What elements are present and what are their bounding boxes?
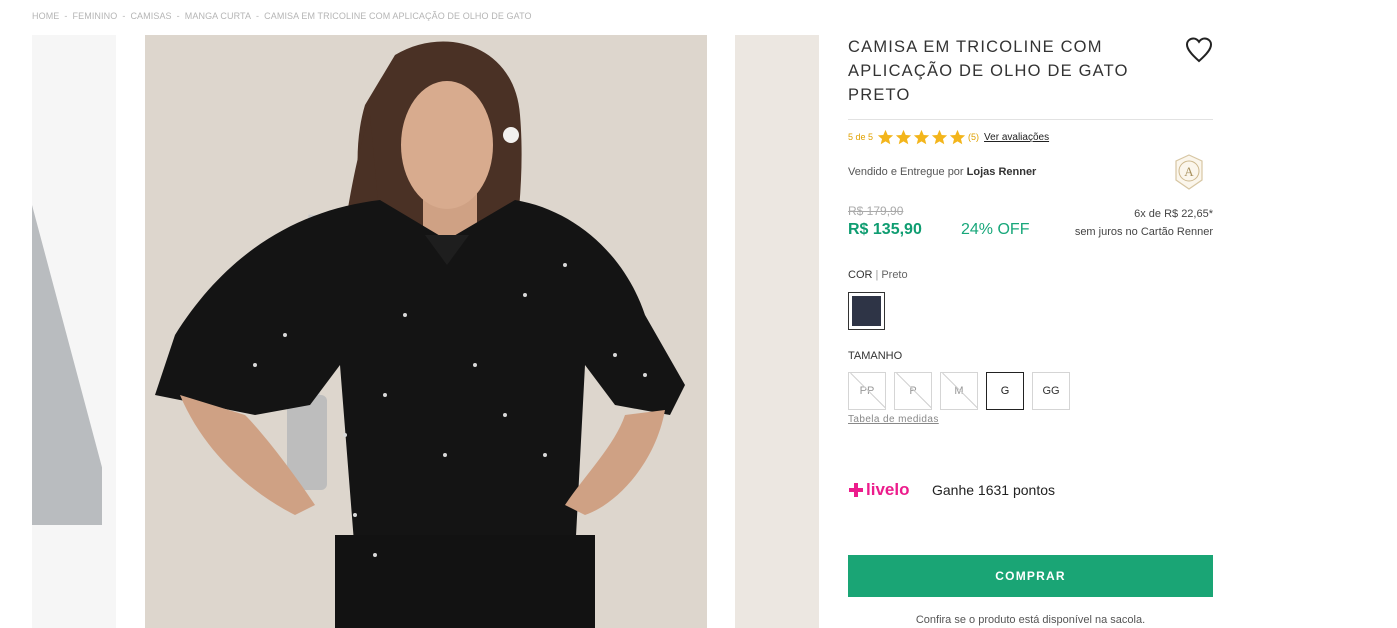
installments: 6x de R$ 22,65* sem juros no Cartão Renn… <box>1075 205 1213 241</box>
rating-stars <box>877 129 966 146</box>
gallery-previous-image[interactable] <box>32 35 116 628</box>
livelo-points-text: Ganhe 1631 pontos <box>932 482 1055 498</box>
breadcrumb-separator: - <box>122 11 126 21</box>
star-icon <box>895 129 912 144</box>
star-icon <box>931 129 948 144</box>
rating-count: (5) <box>968 132 980 142</box>
size-label: TAMANHO <box>848 350 903 362</box>
seller-badge-letter: A <box>1184 164 1194 179</box>
rating-row: 5 de 5 (5) Ver avaliações <box>848 128 1213 146</box>
breadcrumb: HOME - FEMININO - CAMISAS - MANGA CURTA - CAMISA… <box>32 11 532 21</box>
product-info-panel: CAMISA EM TRICOLINE COM APLICAÇÃO DE OLH… <box>848 35 1213 626</box>
gallery-next-image[interactable] <box>735 35 819 628</box>
size-option-gg[interactable]: GG <box>1032 372 1070 410</box>
price-block: R$ 179,90 R$ 135,90 24% OFF 6x de R$ 22,… <box>848 204 1213 244</box>
bag-availability-note: Confira se o produto está disponível na … <box>915 614 1146 626</box>
seller-info: Vendido e Entregue por Lojas Renner A <box>848 154 1213 190</box>
rating-score: 5 de 5 <box>848 132 874 142</box>
installments-terms: sem juros no Cartão Renner <box>1074 226 1213 238</box>
discount-badge: 24% OFF <box>961 221 1030 238</box>
livelo-points: livelo Ganhe 1631 pontos <box>848 477 1213 503</box>
breadcrumb-home[interactable]: HOME <box>32 11 59 21</box>
breadcrumb-manga-curta[interactable]: MANGA CURTA <box>185 11 251 21</box>
installments-amount: 6x de R$ 22,65* <box>1134 208 1213 220</box>
livelo-brand: livelo <box>866 480 910 499</box>
color-swatch-preto[interactable] <box>848 292 885 330</box>
breadcrumb-feminino[interactable]: FEMININO <box>73 11 118 21</box>
renner-badge-icon: A <box>1175 154 1203 190</box>
heart-icon[interactable] <box>1185 37 1213 63</box>
color-label: COR | Preto <box>848 269 908 281</box>
color-label-title: COR <box>848 269 873 281</box>
size-option-g[interactable]: G <box>986 372 1024 410</box>
seller-name: Lojas Renner <box>966 166 1037 178</box>
see-reviews-link[interactable]: Ver avaliações <box>984 132 1049 143</box>
livelo-plus-icon <box>849 483 863 497</box>
breadcrumb-separator: - <box>64 11 68 21</box>
buy-button[interactable]: COMPRAR <box>848 555 1213 597</box>
star-icon <box>913 129 930 144</box>
seller-prefix: Vendido e Entregue por <box>848 166 964 178</box>
size-option-m[interactable]: M <box>940 372 978 410</box>
title-divider <box>848 119 1213 120</box>
breadcrumb-camisas[interactable]: CAMISAS <box>130 11 171 21</box>
breadcrumb-separator: - <box>256 11 260 21</box>
size-chart-link[interactable]: Tabela de medidas <box>848 414 1213 425</box>
breadcrumb-current: CAMISA EM TRICOLINE COM APLICAÇÃO DE OLH… <box>264 11 532 21</box>
previous-image-preview <box>32 205 102 525</box>
size-options: PP P M G GG <box>848 372 1213 410</box>
star-icon <box>877 129 894 144</box>
livelo-logo: livelo <box>848 480 932 500</box>
star-icon <box>949 129 966 144</box>
product-title: CAMISA EM TRICOLINE COM APLICAÇÃO DE OLH… <box>848 38 1129 104</box>
selected-color: Preto <box>881 269 908 281</box>
size-option-pp[interactable]: PP <box>848 372 886 410</box>
breadcrumb-separator: - <box>176 11 180 21</box>
size-option-p[interactable]: P <box>894 372 932 410</box>
product-main-image[interactable] <box>145 35 707 628</box>
product-photo <box>145 35 707 628</box>
